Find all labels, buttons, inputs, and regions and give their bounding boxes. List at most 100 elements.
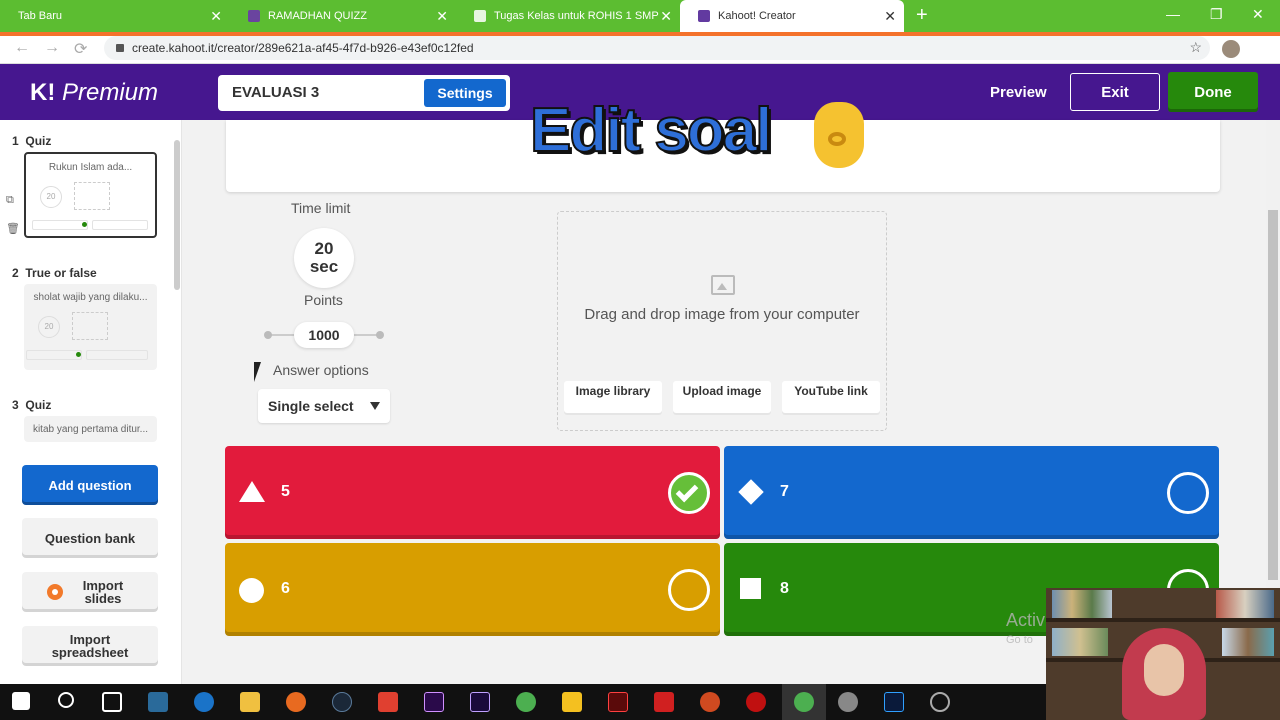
obs-icon[interactable] — [930, 692, 950, 712]
done-button[interactable]: Done — [1168, 72, 1258, 112]
forward-arrow-icon[interactable]: → — [44, 39, 60, 57]
browser-tab-active[interactable]: Kahoot! Creator ✕ — [680, 0, 904, 32]
url-field[interactable]: create.kahoot.it/creator/289e621a-af45-4… — [104, 36, 1210, 60]
question-thumbnail[interactable]: kitab yang pertama ditur... — [24, 416, 157, 442]
browser-tab[interactable]: Tab Baru ✕ — [0, 0, 230, 32]
firefox-icon[interactable] — [286, 692, 306, 712]
new-tab-plus-icon[interactable]: + — [916, 4, 928, 27]
windows-activation-watermark: Activ — [1006, 610, 1046, 630]
duplicate-icon[interactable]: ⧉ — [6, 194, 14, 207]
import-spreadsheet-button[interactable]: Import spreadsheet — [22, 626, 158, 666]
profile-avatar[interactable] — [1222, 40, 1240, 58]
browser-tab[interactable]: RAMADHAN QUIZZ ✕ — [230, 0, 456, 32]
windows-taskbar — [0, 684, 1046, 720]
search-icon[interactable] — [58, 692, 74, 708]
mouse-cursor-icon — [254, 362, 261, 382]
question-bank-button[interactable]: Question bank — [22, 518, 158, 558]
chrome-icon[interactable] — [516, 692, 536, 712]
drop-zone-text: Drag and drop image from your computer — [584, 306, 860, 323]
powerpoint-icon[interactable] — [700, 692, 720, 712]
minimize-icon[interactable]: — — [1166, 6, 1180, 22]
image-placeholder-icon — [74, 182, 110, 210]
question-label: 2 True or false — [12, 266, 97, 280]
file-explorer-icon[interactable] — [240, 692, 260, 712]
photoshop-icon[interactable] — [884, 692, 904, 712]
windows-activation-subtext: Go to — [1006, 634, 1033, 646]
webcam-overlay — [1046, 588, 1280, 720]
kahoot-favicon-icon — [248, 10, 260, 22]
add-question-button[interactable]: Add question — [22, 465, 158, 505]
kahoot-favicon-icon — [698, 10, 710, 22]
youtube-link-button[interactable]: YouTube link — [782, 381, 880, 415]
task-view-icon[interactable] — [102, 692, 122, 712]
question-thumbnail[interactable]: Rukun Islam ada... 20 — [24, 152, 157, 238]
settings-button[interactable]: Settings — [424, 79, 506, 107]
lock-icon — [116, 44, 124, 52]
question-sidebar: 1 Quiz ⧉ 🗑 Rukun Islam ada... 20 2 True … — [0, 120, 182, 684]
close-tab-icon[interactable]: ✕ — [660, 9, 672, 23]
upload-image-button[interactable]: Upload image — [673, 381, 771, 415]
image-icon — [711, 275, 735, 295]
tab-label: RAMADHAN QUIZZ — [268, 10, 367, 22]
question-label: 3 Quiz — [12, 398, 52, 412]
tab-label: Tugas Kelas untuk ROHIS 1 SMP — [494, 10, 659, 22]
time-badge: 20 — [40, 186, 62, 208]
answer-tile[interactable]: 5 — [225, 446, 720, 539]
exit-button[interactable]: Exit — [1070, 73, 1160, 111]
image-placeholder-icon — [72, 312, 108, 340]
after-effects-icon[interactable] — [470, 692, 490, 712]
close-tab-icon[interactable]: ✕ — [884, 9, 896, 23]
record-icon[interactable] — [746, 692, 766, 712]
bookmark-star-icon[interactable]: ☆ — [1189, 39, 1202, 56]
acrobat-icon[interactable] — [378, 692, 398, 712]
time-limit-selector[interactable]: 20 sec — [294, 228, 354, 288]
answer-tile[interactable]: 7 — [724, 446, 1219, 539]
back-arrow-icon[interactable]: ← — [14, 39, 30, 57]
caret-down-icon — [370, 402, 380, 410]
trash-icon[interactable]: 🗑 — [6, 222, 20, 235]
kahoot-title: EVALUASI 3 — [232, 84, 320, 101]
video-overlay-caption: Edit soal — [529, 95, 773, 166]
preview-button[interactable]: Preview — [990, 84, 1047, 101]
close-window-icon[interactable]: ✕ — [1252, 6, 1264, 23]
import-slides-icon — [47, 584, 63, 600]
close-tab-icon[interactable]: ✕ — [210, 9, 222, 23]
circle-icon — [239, 578, 264, 603]
app-icon[interactable] — [838, 692, 858, 712]
image-library-button[interactable]: Image library — [564, 381, 662, 415]
answer-options-select[interactable]: Single select — [258, 389, 390, 423]
kahoot-logo: K! Premium — [30, 79, 159, 106]
maximize-icon[interactable]: ❐ — [1210, 6, 1223, 23]
steam-icon[interactable] — [332, 692, 352, 712]
premiere-icon[interactable] — [424, 692, 444, 712]
time-badge: 20 — [38, 316, 60, 338]
question-thumbnail[interactable]: sholat wajib yang dilaku... 20 — [24, 284, 157, 370]
flash-icon[interactable] — [608, 692, 628, 712]
answer-tile[interactable]: 6 — [225, 543, 720, 636]
reload-icon[interactable]: ⟳ — [74, 39, 87, 59]
correct-answer-check-icon[interactable] — [668, 472, 710, 514]
question-label: 1 Quiz — [12, 134, 52, 148]
windows-start-icon[interactable] — [12, 692, 30, 710]
square-icon — [740, 578, 761, 599]
edge-icon[interactable] — [194, 692, 214, 712]
mark-correct-radio[interactable] — [668, 569, 710, 611]
camtasia-icon[interactable] — [148, 692, 168, 712]
diamond-icon — [738, 479, 764, 505]
media-drop-zone[interactable]: Drag and drop image from your computer I… — [557, 211, 887, 431]
kahoot-title-field[interactable]: EVALUASI 3 Settings — [218, 75, 510, 111]
tab-label: Tab Baru — [18, 10, 63, 22]
points-value[interactable]: 1000 — [294, 322, 354, 348]
progress-strip — [0, 32, 1280, 36]
creative-cloud-icon[interactable] — [654, 692, 674, 712]
chrome-active-icon[interactable] — [794, 692, 814, 712]
points-label: Points — [304, 292, 343, 308]
browser-tab[interactable]: Tugas Kelas untuk ROHIS 1 SMP ✕ — [456, 0, 680, 32]
import-slides-button[interactable]: Import slides — [22, 572, 158, 612]
browser-tab-strip: Tab Baru ✕ RAMADHAN QUIZZ ✕ Tugas Kelas … — [0, 0, 1280, 32]
sidebar-scrollbar[interactable] — [174, 130, 180, 450]
sticky-notes-icon[interactable] — [562, 692, 582, 712]
url-text: create.kahoot.it/creator/289e621a-af45-4… — [132, 41, 474, 55]
mark-correct-radio[interactable] — [1167, 472, 1209, 514]
close-tab-icon[interactable]: ✕ — [436, 9, 448, 23]
